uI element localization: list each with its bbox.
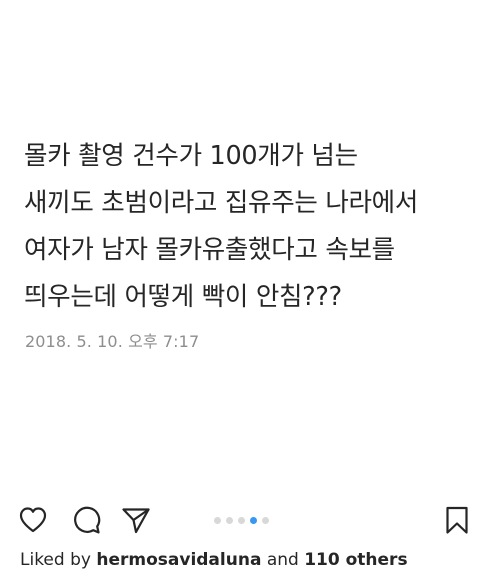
likes-prefix: Liked by: [20, 550, 91, 570]
share-icon[interactable]: [120, 504, 152, 536]
likes-others-link[interactable]: 110 others: [304, 550, 407, 570]
caption-line-3: 여자가 남자 몰카유출했다고 속보를: [24, 235, 395, 265]
carousel-dot: [214, 516, 221, 524]
liker-username[interactable]: hermosavidaluna: [96, 550, 261, 570]
action-bar: [0, 496, 480, 544]
bookmark-icon[interactable]: [441, 504, 473, 536]
heart-icon[interactable]: [17, 504, 49, 536]
comment-icon[interactable]: [70, 504, 102, 536]
carousel-dot: [226, 516, 233, 524]
caption-line-2: 새끼도 초범이라고 집유주는 나라에서: [24, 188, 418, 218]
carousel-dot: [238, 516, 245, 524]
caption-line-1: 몰카 촬영 건수가 100개가 넘는: [24, 141, 358, 171]
post-date: 2018. 5. 10. 오후 7:17: [25, 332, 200, 351]
carousel-dot: [262, 516, 269, 524]
likes-middle: and: [266, 550, 299, 570]
caption-line-4: 띄우는데 어떻게 빡이 안침???: [24, 282, 342, 312]
likes-summary: Liked by hermosavidaluna and 110 others: [20, 550, 408, 570]
carousel-indicator: [214, 516, 269, 524]
post-caption: 몰카 촬영 건수가 100개가 넘는 새끼도 초범이라고 집유주는 나라에서 여…: [24, 133, 464, 321]
carousel-dot-active: [250, 516, 257, 524]
